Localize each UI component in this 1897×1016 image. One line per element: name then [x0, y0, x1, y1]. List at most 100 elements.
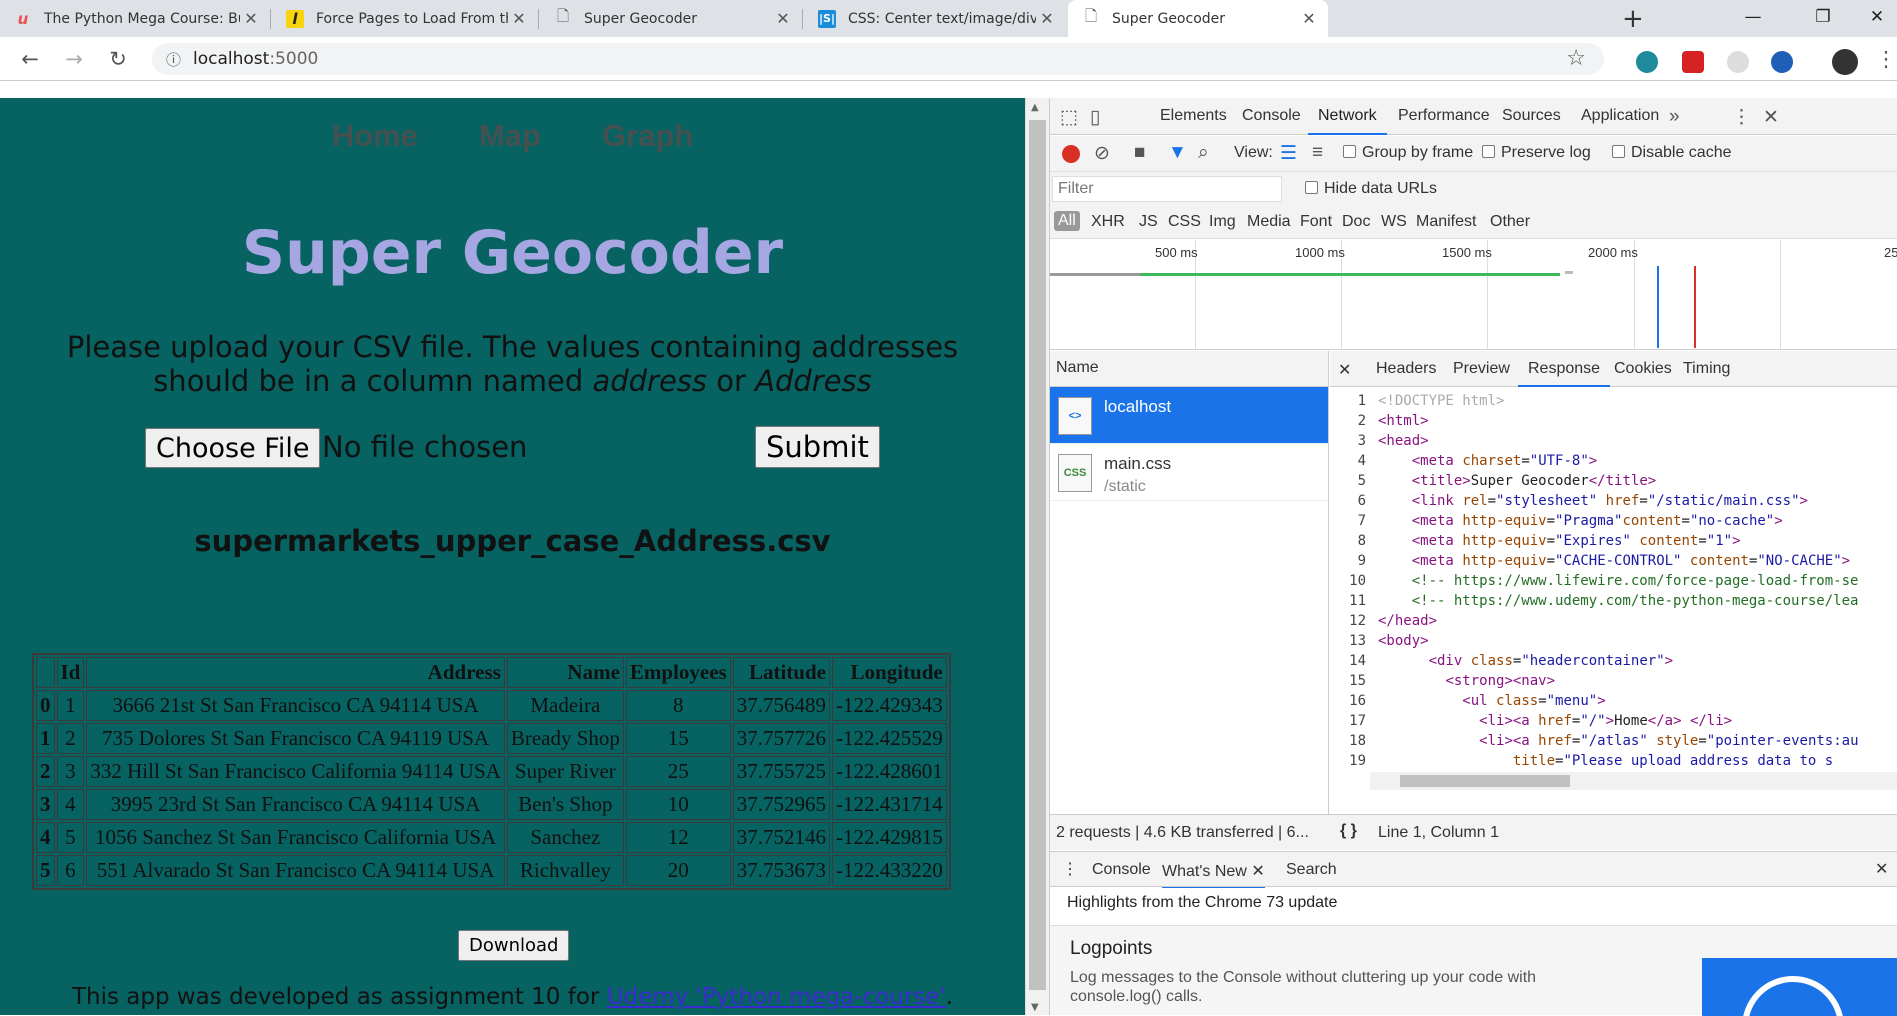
table-cell: 3666 21st St San Francisco CA 94114 USA	[86, 690, 505, 721]
browser-tab-super-geocoder[interactable]: 🗋 Super Geocoder ✕	[540, 0, 802, 37]
bookmark-star-icon[interactable]: ☆	[1566, 46, 1586, 71]
browser-tab-udemy[interactable]: u The Python Mega Course: Build ✕	[0, 0, 270, 37]
drawer-tab-console[interactable]: Console	[1092, 861, 1151, 879]
drawer-menu-icon[interactable]: ⋮	[1062, 859, 1078, 879]
type-filter-media[interactable]: Media	[1247, 213, 1291, 231]
drawer-tab-whats-new[interactable]: What's New ✕	[1162, 861, 1265, 889]
choose-file-button[interactable]: Choose File	[145, 428, 321, 468]
info-icon[interactable]: ⓘ	[166, 49, 181, 70]
tab-cookies[interactable]: Cookies	[1614, 360, 1672, 378]
device-toolbar-icon[interactable]: ▯	[1090, 106, 1100, 129]
tab-network[interactable]: Network	[1308, 107, 1387, 135]
close-icon[interactable]: ✕	[1036, 9, 1058, 28]
close-icon[interactable]: ✕	[772, 9, 794, 28]
tab-timing[interactable]: Timing	[1683, 360, 1730, 378]
preserve-log-checkbox[interactable]: Preserve log	[1482, 144, 1591, 162]
type-filter-xhr[interactable]: XHR	[1091, 213, 1125, 231]
type-filter-css[interactable]: CSS	[1168, 213, 1201, 231]
request-row-main-css[interactable]: CSS main.css /static	[1050, 444, 1328, 501]
hide-data-urls-checkbox[interactable]: Hide data URLs	[1305, 180, 1437, 198]
timeline-label: 2000 ms	[1588, 245, 1638, 260]
type-filter-ws[interactable]: WS	[1381, 213, 1407, 231]
devtools-close-icon[interactable]: ✕	[1763, 106, 1779, 129]
tab-elements[interactable]: Elements	[1160, 107, 1227, 125]
browser-tab-strip: u The Python Mega Course: Build ✕ l Forc…	[0, 0, 1897, 37]
disable-cache-checkbox[interactable]: Disable cache	[1612, 144, 1732, 162]
close-icon[interactable]: ✕	[1251, 863, 1264, 880]
logpoints-image	[1702, 958, 1897, 1016]
source-hscrollbar[interactable]	[1370, 772, 1897, 790]
browser-tab-css-center[interactable]: |S| CSS: Center text/image/div in n ✕	[804, 0, 1066, 37]
drawer-close-icon[interactable]: ✕	[1875, 859, 1888, 879]
tab-application[interactable]: Application	[1581, 107, 1659, 125]
type-filter-doc[interactable]: Doc	[1342, 213, 1370, 231]
table-header: Name	[506, 657, 624, 688]
tab-response[interactable]: Response	[1517, 360, 1611, 387]
browser-tab-super-geocoder-active[interactable]: 🗋 Super Geocoder ✕	[1068, 0, 1328, 37]
tab-preview[interactable]: Preview	[1453, 360, 1510, 378]
scrollbar-thumb[interactable]	[1029, 120, 1046, 990]
menu-icon[interactable]: ⋮	[1872, 45, 1897, 73]
nav-map-link[interactable]: Map	[479, 118, 541, 154]
response-source[interactable]: 1234567891011121314151617181920 <!DOCTYP…	[1330, 388, 1897, 773]
tab-title: Super Geocoder	[584, 10, 698, 27]
search-icon[interactable]: ⌕	[1198, 142, 1209, 164]
logpoints-card[interactable]: Logpoints Log messages to the Console wi…	[1050, 925, 1897, 1016]
maximize-icon[interactable]: ❐	[1800, 0, 1846, 37]
page-scrollbar[interactable]: ▲ ▼	[1025, 98, 1049, 1015]
reload-icon[interactable]: ↻	[104, 45, 132, 73]
request-summary: 2 requests | 4.6 KB transferred | 6...	[1056, 824, 1309, 841]
upload-instructions: Please upload your CSV file. The values …	[66, 330, 959, 398]
close-icon[interactable]: ✕	[1298, 9, 1320, 28]
tab-sources[interactable]: Sources	[1502, 107, 1561, 125]
type-filter-manifest[interactable]: Manifest	[1416, 213, 1476, 231]
tab-headers[interactable]: Headers	[1376, 360, 1436, 378]
more-tabs-icon[interactable]: »	[1669, 106, 1680, 128]
tab-performance[interactable]: Performance	[1398, 107, 1490, 125]
type-filter-font[interactable]: Font	[1300, 213, 1332, 231]
type-filter-img[interactable]: Img	[1209, 213, 1236, 231]
new-tab-icon[interactable]: +	[1622, 4, 1644, 34]
tab-console[interactable]: Console	[1242, 107, 1301, 125]
group-by-frame-checkbox[interactable]: Group by frame	[1343, 144, 1473, 162]
extension-icon[interactable]	[1636, 51, 1658, 73]
drawer-tab-search[interactable]: Search	[1286, 861, 1337, 879]
scrollbar-thumb[interactable]	[1400, 775, 1570, 787]
browser-tab-lifewire[interactable]: l Force Pages to Load From the S ✕	[272, 0, 538, 37]
extension-icon[interactable]	[1682, 51, 1704, 73]
inspect-element-icon[interactable]: ⬚	[1060, 106, 1078, 129]
nav-home-link[interactable]: Home	[332, 118, 418, 154]
pretty-print-icon[interactable]: { }	[1340, 822, 1357, 840]
record-icon[interactable]	[1062, 145, 1080, 163]
window-close-icon[interactable]: ✕	[1854, 0, 1897, 37]
timeline-download-bar	[1140, 273, 1560, 276]
close-icon[interactable]: ✕	[508, 9, 530, 28]
download-button[interactable]: Download	[458, 930, 570, 961]
extension-icon[interactable]	[1771, 51, 1793, 73]
udemy-course-link[interactable]: Udemy 'Python mega-course'	[607, 984, 946, 1010]
waterfall-icon[interactable]: ≡	[1312, 142, 1323, 164]
nav-graph-link[interactable]: Graph	[602, 118, 693, 154]
devtools-menu-icon[interactable]: ⋮	[1732, 106, 1751, 129]
extension-icon[interactable]	[1727, 51, 1749, 73]
request-row-localhost[interactable]: <> localhost	[1050, 387, 1328, 444]
back-icon[interactable]: ←	[16, 45, 44, 73]
filter-input[interactable]	[1052, 176, 1282, 202]
type-filter-js[interactable]: JS	[1139, 213, 1158, 231]
large-rows-icon[interactable]: ☰	[1280, 142, 1297, 165]
avatar[interactable]	[1832, 49, 1858, 75]
submit-button[interactable]: Submit	[755, 426, 880, 468]
close-detail-icon[interactable]: ✕	[1338, 360, 1351, 380]
address-bar[interactable]: ⓘ localhost:5000 ☆	[152, 43, 1604, 75]
page-title: Super Geocoder	[241, 218, 784, 288]
clear-icon[interactable]: ⊘	[1094, 142, 1110, 165]
filter-icon[interactable]: ▼	[1168, 142, 1187, 164]
forward-icon[interactable]: →	[60, 45, 88, 73]
type-filter-all[interactable]: All	[1054, 211, 1080, 231]
type-filter-other[interactable]: Other	[1490, 213, 1530, 231]
screenshot-icon[interactable]: ■	[1134, 142, 1145, 164]
minimize-icon[interactable]: —	[1730, 0, 1776, 37]
udemy-icon: u	[17, 9, 29, 28]
request-list: Name <> localhost CSS main.css /static	[1050, 351, 1329, 814]
close-icon[interactable]: ✕	[240, 9, 262, 28]
